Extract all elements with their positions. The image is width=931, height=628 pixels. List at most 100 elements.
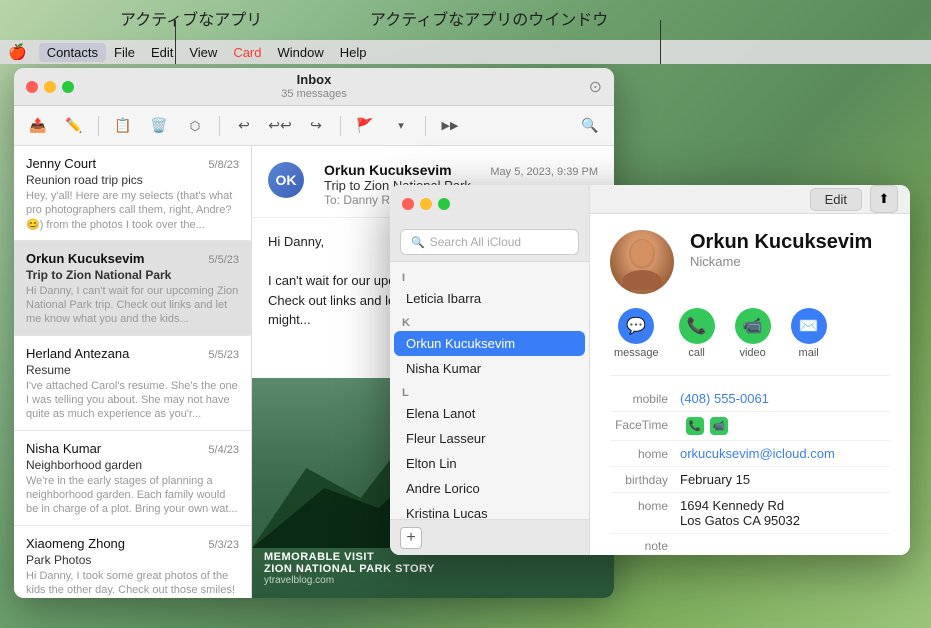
field-mobile: mobile (408) 555-0061 [610, 386, 890, 412]
contact-profile: Orkun Kucuksevim Nickame [610, 230, 890, 294]
menubar: 🍎 Contacts File Edit View Card Window He… [0, 40, 931, 64]
list-item[interactable]: Leticia Ibarra [394, 286, 585, 311]
list-item[interactable]: Xiaomeng Zhong 5/3/23 Park Photos Hi Dan… [14, 526, 251, 598]
field-value-mobile[interactable]: (408) 555-0061 [680, 391, 769, 406]
search-icon: 🔍 [411, 236, 425, 249]
image-url: ytravelblog.com [264, 575, 435, 586]
list-item[interactable]: Orkun Kucuksevim 5/5/23 Trip to Zion Nat… [14, 241, 251, 336]
minimize-button[interactable] [44, 81, 56, 93]
msg-sender: Herland Antezana [26, 346, 129, 361]
mail-inbox-label: Inbox [297, 72, 332, 88]
list-item[interactable]: Jenny Court 5/8/23 Reunion road trip pic… [14, 146, 251, 241]
mail-compose-icon[interactable]: ✏️ [60, 112, 88, 140]
search-placeholder: Search All iCloud [430, 235, 521, 249]
mail-titlebar: Inbox 35 messages ⊙ [14, 68, 614, 106]
call-action[interactable]: 📞 call [679, 308, 715, 359]
message-label: message [614, 347, 659, 359]
mail-junk-icon[interactable]: ⬡ [181, 112, 209, 140]
msg-date: 5/4/23 [208, 444, 239, 456]
msg-date: 5/3/23 [208, 539, 239, 551]
contacts-close-button[interactable] [402, 198, 414, 210]
active-app-annotation: アクティブなアプリ [120, 6, 262, 30]
msg-subject: Park Photos [26, 553, 239, 567]
mail-message-list: Jenny Court 5/8/23 Reunion road trip pic… [14, 146, 252, 598]
menu-file[interactable]: File [106, 43, 143, 62]
mail-more-icon[interactable]: ▾ [387, 112, 415, 140]
field-value-email[interactable]: orkucuksevim@icloud.com [680, 446, 835, 461]
edit-button[interactable]: Edit [810, 188, 862, 211]
msg-subject: Trip to Zion National Park [26, 268, 239, 282]
field-label-home-address: home [610, 499, 680, 513]
toolbar-separator-1 [98, 116, 99, 136]
menu-contacts[interactable]: Contacts [39, 43, 106, 62]
msg-preview: Hey, y'all! Here are my selects (that's … [26, 189, 239, 232]
mail-forward-icon[interactable]: ↪ [302, 112, 330, 140]
mail-flag-icon[interactable]: 🚩 [351, 112, 379, 140]
video-label: video [739, 347, 765, 359]
toolbar-separator-4 [425, 116, 426, 136]
menu-card[interactable]: Card [225, 43, 269, 62]
mail-reply-all-icon[interactable]: ↩↩ [266, 112, 294, 140]
close-button[interactable] [26, 81, 38, 93]
list-item[interactable]: Fleur Lasseur [394, 426, 585, 451]
contacts-titlebar [390, 185, 589, 223]
annotation-line-window [660, 20, 661, 64]
apple-menu[interactable]: 🍎 [8, 43, 27, 61]
facetime-phone-icon[interactable]: 📞 [686, 417, 704, 435]
list-item[interactable]: Elena Lanot [394, 401, 585, 426]
list-item[interactable]: Nisha Kumar [394, 356, 585, 381]
menu-window[interactable]: Window [270, 43, 332, 62]
mail-window-title: Inbox 35 messages [281, 72, 346, 101]
list-item[interactable]: Kristina Lucas [394, 501, 585, 519]
mail-delete-icon[interactable]: 🗑️ [145, 112, 173, 140]
contacts-search-input[interactable]: 🔍 Search All iCloud [400, 229, 579, 255]
fullscreen-button[interactable] [62, 81, 74, 93]
share-button[interactable]: ⬆ [870, 185, 898, 213]
contacts-minimize-button[interactable] [420, 198, 432, 210]
list-item[interactable]: Andre Lorico [394, 476, 585, 501]
field-note: note [610, 534, 890, 555]
field-label-note: note [610, 539, 680, 553]
mail-search-icon[interactable]: 🔍 [576, 112, 604, 140]
contact-detail-titlebar: Edit ⬆ [590, 185, 910, 214]
contact-full-name: Orkun Kucuksevim [690, 230, 872, 254]
contact-detail-body: Orkun Kucuksevim Nickame 💬 message 📞 cal… [590, 214, 910, 555]
toolbar-separator-3 [340, 116, 341, 136]
mail-filter-icon[interactable]: ⊙ [589, 77, 602, 97]
mail-send-icon[interactable]: 📤 [24, 112, 52, 140]
add-contact-button[interactable]: + [400, 527, 422, 549]
contacts-fullscreen-button[interactable] [438, 198, 450, 210]
list-item[interactable]: Orkun Kucuksevim [394, 331, 585, 356]
msg-preview: I've attached Carol's resume. She's the … [26, 379, 239, 422]
mail-archive-icon[interactable]: 📋 [109, 112, 137, 140]
avatar-svg [617, 234, 667, 290]
field-value-address: 1694 Kennedy Rd Los Gatos CA 95032 [680, 498, 800, 528]
mail-overflow-icon[interactable]: ▶▶ [436, 112, 464, 140]
menu-view[interactable]: View [181, 43, 225, 62]
annotation-line-app [175, 20, 176, 64]
contacts-section-header-l: L [390, 381, 589, 401]
avatar [610, 230, 674, 294]
contact-nickname: Nickame [690, 254, 872, 269]
mail-reply-icon[interactable]: ↩ [230, 112, 258, 140]
video-action[interactable]: 📹 video [735, 308, 771, 359]
field-facetime: FaceTime 📞 📹 [610, 412, 890, 441]
list-item[interactable]: Elton Lin [394, 451, 585, 476]
mail-action[interactable]: ✉️ mail [791, 308, 827, 359]
mail-message-count: 35 messages [281, 88, 346, 101]
msg-preview: Hi Danny, I can't wait for our upcoming … [26, 284, 239, 327]
msg-sender: Nisha Kumar [26, 441, 101, 456]
msg-date: 5/8/23 [208, 159, 239, 171]
mail-toolbar: 📤 ✏️ 📋 🗑️ ⬡ ↩ ↩↩ ↪ 🚩 ▾ ▶▶ 🔍 [14, 106, 614, 146]
facetime-video-icon[interactable]: 📹 [710, 417, 728, 435]
list-item[interactable]: Herland Antezana 5/5/23 Resume I've atta… [14, 336, 251, 431]
detail-date: May 5, 2023, 9:39 PM [490, 166, 598, 178]
list-item[interactable]: Nisha Kumar 5/4/23 Neighborhood garden W… [14, 431, 251, 526]
avatar-initials: OK [276, 172, 297, 188]
menu-help[interactable]: Help [332, 43, 375, 62]
field-label-facetime: FaceTime [610, 418, 680, 432]
call-label: call [688, 347, 705, 359]
msg-preview: We're in the early stages of planning a … [26, 474, 239, 517]
message-action[interactable]: 💬 message [614, 308, 659, 359]
msg-sender: Orkun Kucuksevim [26, 251, 145, 266]
